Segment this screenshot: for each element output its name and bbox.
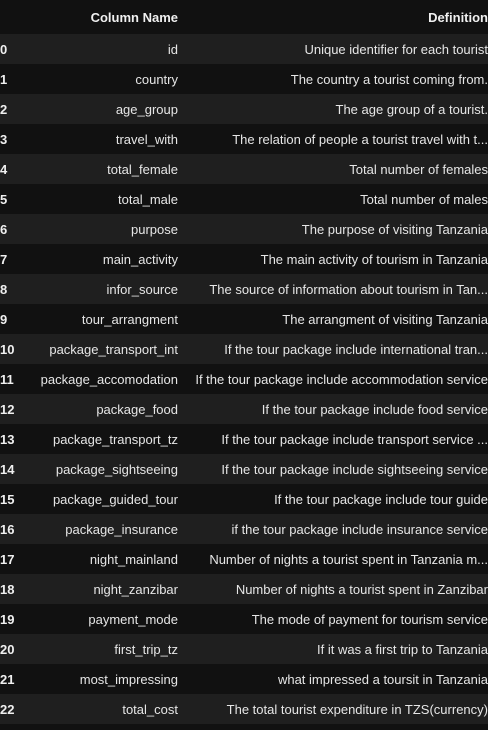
table-row: 9 tour_arrangment The arrangment of visiti… (0, 304, 488, 334)
definition-cell: The age group of a tourist. (335, 101, 488, 117)
table-row: 7 main_activity The main activity of touri… (0, 244, 488, 274)
column-name-cell: tour_arrangment (81, 311, 178, 327)
table-row: 0 id Unique identifier for each tourist (0, 34, 488, 64)
table-row: 12 package_food If the tour package includ… (0, 394, 488, 424)
row-index: 13 (0, 431, 15, 447)
column-name-cell: total_cost (122, 701, 178, 717)
index-header (0, 0, 33, 34)
table-row: 11 package_accomodation If the tour packag… (0, 364, 488, 394)
column-name-cell: night_mainland (89, 551, 178, 567)
definition-cell: The total tourist expenditure in TZS(cur… (226, 701, 488, 717)
row-index: 0 (0, 41, 8, 57)
row-index: 8 (0, 281, 8, 297)
definition-header: Definition (428, 9, 488, 25)
row-index: 2 (0, 101, 8, 117)
column-name-cell: night_zanzibar (93, 581, 178, 597)
column-name-cell: package_sightseeing (55, 461, 178, 477)
table-row: 8 infor_source The source of information a… (0, 274, 488, 304)
table-row: 2 age_group The age group of a tourist. (0, 94, 488, 124)
table-row: 14 package_sightseeing If the tour package… (0, 454, 488, 484)
table-row: 6 purpose The purpose of visiting Tanzania (0, 214, 488, 244)
table-row: 5 total_male Total number of males (0, 184, 488, 214)
column-name-cell: purpose (131, 221, 178, 237)
row-index: 15 (0, 491, 15, 507)
column-name-cell: package_accomodation (40, 371, 178, 387)
table-row: 21 most_impressing what impressed a toursi… (0, 664, 488, 694)
column-name-cell: package_guided_tour (52, 491, 178, 507)
definition-cell: Total number of males (360, 191, 488, 207)
definition-cell: If the tour package include sightseeing … (221, 461, 488, 477)
column-name-cell: most_impressing (79, 671, 178, 687)
header-row: Column Name Definition (0, 0, 488, 34)
definition-cell: The purpose of visiting Tanzania (301, 221, 488, 237)
definition-cell: Number of nights a tourist spent in Tanz… (209, 551, 488, 567)
column-name-cell: travel_with (115, 131, 178, 147)
column-name-cell: main_activity (102, 251, 178, 267)
column-name-cell: package_transport_tz (52, 431, 178, 447)
row-index: 12 (0, 401, 15, 417)
row-index: 20 (0, 641, 15, 657)
table-row: 18 night_zanzibar Number of nights a touri… (0, 574, 488, 604)
column-name-cell: package_transport_int (49, 341, 178, 357)
table-row: 10 package_transport_int If the tour packa… (0, 334, 488, 364)
definition-cell: If it was a first trip to Tanzania (317, 641, 488, 657)
definition-cell: The country a tourist coming from. (290, 71, 488, 87)
column-name-cell: package_insurance (65, 521, 178, 537)
table-row: 20 first_trip_tz If it was a first trip to… (0, 634, 488, 664)
column-name-cell: package_food (96, 401, 178, 417)
table-body: 0 id Unique identifier for each tourist 1 co… (0, 34, 488, 724)
row-index: 21 (0, 671, 15, 687)
column-name-cell: total_male (118, 191, 178, 207)
row-index: 16 (0, 521, 15, 537)
row-index: 5 (0, 191, 8, 207)
row-index: 4 (0, 161, 8, 177)
row-index: 7 (0, 251, 8, 267)
definition-cell: If the tour package include tour guide (274, 491, 488, 507)
definition-cell: If the tour package include internationa… (224, 341, 488, 357)
definition-cell: Number of nights a tourist spent in Zanz… (235, 581, 488, 597)
table-row: 19 payment_mode The mode of payment for to… (0, 604, 488, 634)
column-name-cell: total_female (107, 161, 178, 177)
row-index: 17 (0, 551, 15, 567)
table-header: Column Name Definition (0, 0, 488, 34)
table-row: 4 total_female Total number of females (0, 154, 488, 184)
definition-cell: The source of information about tourism … (209, 281, 488, 297)
table-row: 22 total_cost The total tourist expenditur… (0, 694, 488, 724)
definition-cell: If the tour package include accommodatio… (195, 371, 488, 387)
column-name-cell: payment_mode (88, 611, 178, 627)
table-row: 16 package_insurance if the tour package i… (0, 514, 488, 544)
table-row: 3 travel_with The relation of people a tou… (0, 124, 488, 154)
definition-cell: The relation of people a tourist travel … (232, 131, 488, 147)
row-index: 14 (0, 461, 15, 477)
table-row: 17 night_mainland Number of nights a touri… (0, 544, 488, 574)
row-index: 3 (0, 131, 8, 147)
row-index: 10 (0, 341, 15, 357)
definition-cell: If the tour package include transport se… (221, 431, 488, 447)
column-name-cell: id (167, 41, 178, 57)
column-name-header: Column Name (90, 9, 178, 25)
row-index: 9 (0, 311, 8, 327)
definition-cell: The mode of payment for tourism service (251, 611, 488, 627)
dataframe-table: Column Name Definition 0 id Unique identif… (0, 0, 488, 724)
definition-cell: Unique identifier for each tourist (304, 41, 488, 57)
row-index: 18 (0, 581, 15, 597)
definition-cell: The main activity of tourism in Tanzania (260, 251, 488, 267)
row-index: 19 (0, 611, 15, 627)
definition-cell: The arrangment of visiting Tanzania (282, 311, 488, 327)
row-index: 6 (0, 221, 8, 237)
definition-cell: Total number of females (349, 161, 488, 177)
table-row: 13 package_transport_tz If the tour packag… (0, 424, 488, 454)
column-name-cell: country (135, 71, 178, 87)
table-row: 1 country The country a tourist coming fro… (0, 64, 488, 94)
row-index: 1 (0, 71, 8, 87)
definition-cell: if the tour package include insurance se… (231, 521, 488, 537)
definition-cell: If the tour package include food service (261, 401, 488, 417)
row-index: 11 (0, 371, 14, 387)
table-row: 15 package_guided_tour If the tour package… (0, 484, 488, 514)
row-index: 22 (0, 701, 15, 717)
definition-cell: what impressed a toursit in Tanzania (277, 671, 488, 687)
column-name-cell: first_trip_tz (114, 641, 178, 657)
column-name-cell: age_group (115, 101, 178, 117)
column-name-cell: infor_source (106, 281, 178, 297)
